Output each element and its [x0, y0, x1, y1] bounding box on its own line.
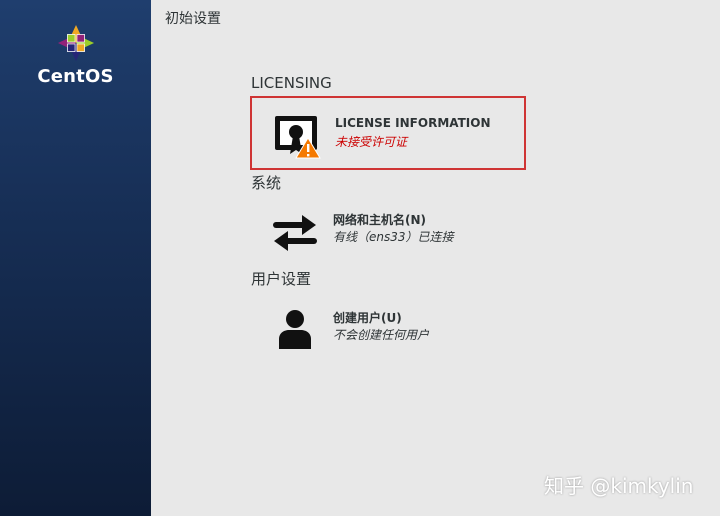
- centos-logo: CentOS: [0, 24, 151, 87]
- watermark: 知乎 @kimkylin: [544, 474, 694, 498]
- spoke-title: 网络和主机名(N): [333, 213, 427, 227]
- centos-logo-icon: [57, 24, 94, 62]
- license-warning-icon: [272, 112, 322, 162]
- network-arrows-icon: [270, 207, 320, 257]
- section-header-system: 系统: [251, 174, 282, 192]
- spoke-title: 创建用户(U): [333, 311, 402, 325]
- spoke-create-user[interactable]: 创建用户(U) 不会创建任何用户: [250, 291, 526, 365]
- sidebar: CentOS: [0, 0, 151, 516]
- section-header-licensing: LICENSING: [251, 74, 332, 92]
- spoke-title: LICENSE INFORMATION: [335, 116, 491, 130]
- spoke-license-information[interactable]: LICENSE INFORMATION 未接受许可证: [250, 96, 526, 170]
- logo-text: CentOS: [37, 66, 114, 87]
- main-content: 初始设置 LICENSING LICENSE INFORMATION 未接受许可…: [151, 0, 720, 516]
- spoke-status: 有线（ens33）已连接: [333, 230, 454, 244]
- section-header-user-settings: 用户设置: [251, 270, 312, 288]
- spoke-network-hostname[interactable]: 网络和主机名(N) 有线（ens33）已连接: [250, 193, 526, 267]
- page-title: 初始设置: [165, 11, 221, 27]
- spoke-status: 未接受许可证: [335, 135, 408, 149]
- user-icon: [270, 305, 320, 355]
- spoke-status: 不会创建任何用户: [333, 328, 430, 342]
